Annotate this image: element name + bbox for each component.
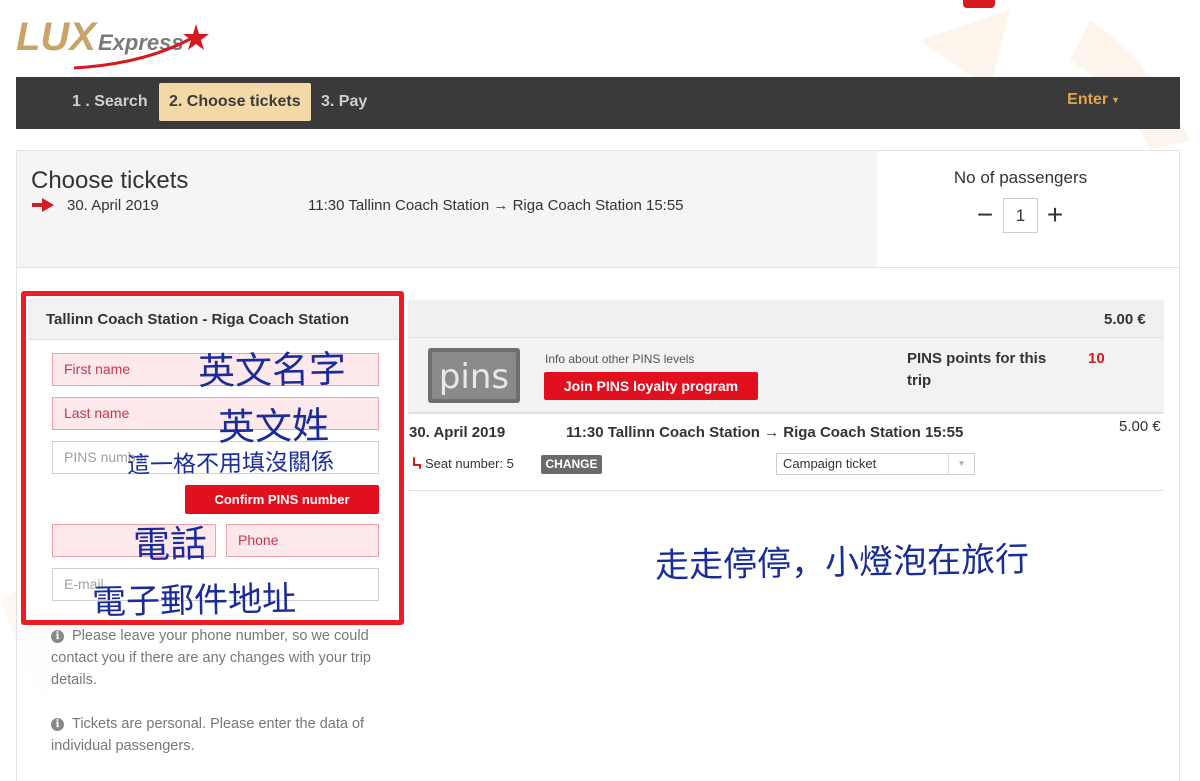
pins-logo-text: pins [439,357,509,397]
red-arrow-right-icon [32,198,54,212]
logo-express-text: Express [98,30,184,55]
join-pins-button[interactable]: Join PINS loyalty program [544,372,758,400]
leg-date: 30. April 2019 [409,424,506,441]
annotation-email: 電子郵件地址 [91,579,297,623]
ticket-type-value: Campaign ticket [783,456,877,471]
passenger-count-label: No of passengers [953,168,1088,187]
trip-date: 30. April 2019 [67,197,159,214]
increase-passengers-button[interactable]: + [1042,198,1068,234]
passenger-form-title: Tallinn Coach Station - Riga Coach Stati… [46,311,350,328]
passenger-count-input[interactable]: 1 [1003,198,1038,233]
phone-note-text: Please leave your phone number, so we co… [51,628,371,688]
annotation-pins: 這一格不用填沒關係 [126,449,335,479]
pins-points-label: PINS points for this trip [907,350,1047,389]
segment-total-price: 5.00 € [1104,311,1146,328]
page-title: Choose tickets [31,167,189,194]
phone-field[interactable]: Phone [226,524,379,557]
logo-lux-text: LUX [16,15,98,59]
ticket-type-select[interactable]: Campaign ticket ▼ [776,453,975,475]
top-red-tag[interactable] [963,0,995,8]
info-icon: i [51,630,64,643]
info-icon: i [51,718,64,731]
personal-note-text: Tickets are personal. Please enter the d… [51,716,365,754]
pins-points-value: 10 [1088,350,1105,367]
nav-step-pay[interactable]: 3. Pay [311,83,377,121]
leg-divider [408,490,1164,491]
enter-label: Enter [1067,91,1109,108]
lux-express-logo[interactable]: LUX Express [14,6,214,76]
seat-number: Seat number: 5 [425,456,514,471]
leg-price: 5.00 € [1119,418,1161,435]
segment-header [408,300,1164,338]
last-name-field[interactable]: Last name [52,397,379,430]
nav-step-choose-tickets[interactable]: 2. Choose tickets [159,83,311,121]
trip-route: 11:30 Tallinn Coach Station → Riga Coach… [308,197,684,214]
nav-step-search[interactable]: 1 . Search [62,83,158,121]
annotation-watermark: 走走停停，小燈泡在旅行 [654,539,1030,587]
phone-note: i Please leave your phone number, so we c… [51,625,391,691]
annotation-first-name: 英文名字 [197,347,347,394]
leg-route: 11:30 Tallinn Coach Station → Riga Coach… [566,424,964,441]
seat-icon [413,457,421,469]
pins-logo: pins [428,348,520,403]
step-navigation: 1 . Search 2. Choose tickets 3. Pay Ente… [16,77,1180,129]
change-seat-button[interactable]: CHANGE [541,455,602,474]
logo-star-icon [183,24,209,50]
caret-down-icon: ▼ [1111,94,1120,105]
decrease-passengers-button[interactable]: − [972,198,998,234]
chevron-down-icon[interactable]: ▼ [948,454,974,474]
confirm-pins-button[interactable]: Confirm PINS number [185,485,379,514]
enter-menu[interactable]: Enter ▼ [1067,91,1120,109]
annotation-phone: 電話 [132,522,208,567]
pins-info-link[interactable]: Info about other PINS levels [545,352,694,366]
personal-note: i Tickets are personal. Please enter the … [51,713,391,757]
